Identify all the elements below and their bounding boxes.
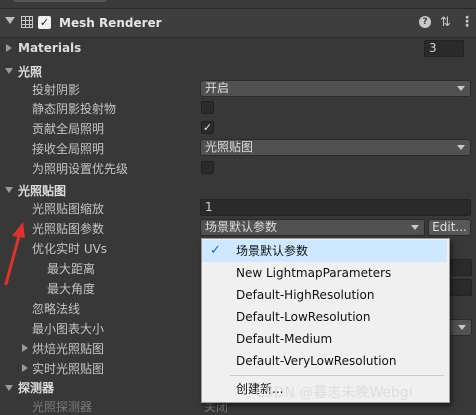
baked-lightmap-label[interactable]: 烘焙光照贴图 bbox=[32, 340, 104, 357]
contribute-gi-label: 贡献全局照明 bbox=[32, 122, 105, 136]
popup-item-default-low-resolution[interactable]: Default-LowResolution bbox=[202, 306, 447, 328]
cast-shadows-label: 投射阴影 bbox=[32, 83, 81, 97]
top-strip-line bbox=[14, 0, 106, 2]
edit-parameters-button[interactable]: Edit... bbox=[428, 219, 471, 236]
watermark: CSDN @暮志未晚Webgl bbox=[255, 385, 413, 401]
cast-shadows-value: 开启 bbox=[205, 81, 230, 95]
lightmapping-header[interactable]: 光照贴图 bbox=[18, 182, 66, 199]
lighting-foldout-icon[interactable] bbox=[5, 68, 13, 74]
chevron-down-icon bbox=[411, 225, 419, 230]
annotation-arrow-head bbox=[12, 222, 25, 238]
prioritize-illumination-label: 为照明设置优先级 bbox=[32, 162, 129, 176]
popup-item-label: New LightmapParameters bbox=[236, 266, 392, 280]
component-enabled-checkbox[interactable]: ✓ bbox=[38, 16, 51, 29]
contribute-gi-checkbox[interactable]: ✓ bbox=[201, 121, 214, 134]
realtime-lightmap-foldout-icon[interactable] bbox=[22, 364, 28, 372]
popup-item-scene-default[interactable]: ✓ 场景默认参数 bbox=[202, 240, 447, 262]
materials-label[interactable]: Materials bbox=[18, 41, 81, 55]
mesh-renderer-icon bbox=[21, 16, 33, 28]
ignore-normals-label: 忽略法线 bbox=[32, 302, 81, 316]
chevron-down-icon bbox=[457, 86, 465, 91]
lighting-header[interactable]: 光照 bbox=[18, 63, 42, 80]
cast-shadows-dropdown[interactable]: 开启 bbox=[200, 80, 471, 97]
scale-in-lightmap-label: 光照贴图缩放 bbox=[32, 202, 105, 216]
help-icon[interactable]: ? bbox=[419, 16, 431, 28]
optimize-realtime-uvs-label: 优化实时 UVs bbox=[32, 242, 108, 256]
popup-item-default-high-resolution[interactable]: Default-HighResolution bbox=[202, 284, 447, 306]
check-icon: ✓ bbox=[210, 243, 221, 258]
receive-gi-value: 光照贴图 bbox=[205, 140, 254, 154]
receive-gi-dropdown[interactable]: 光照贴图 bbox=[200, 139, 471, 156]
lightmap-parameters-label: 光照贴图参数 bbox=[32, 222, 105, 236]
component-title: Mesh Renderer bbox=[59, 16, 162, 30]
static-shadow-caster-label: 静态阴影投射物 bbox=[32, 102, 117, 116]
foldout-expanded-icon[interactable] bbox=[5, 17, 15, 24]
popup-item-default-medium[interactable]: Default-Medium bbox=[202, 328, 447, 350]
materials-count-field[interactable]: 3 bbox=[424, 40, 464, 57]
max-distance-field[interactable] bbox=[448, 259, 472, 276]
receive-gi-label: 接收全局照明 bbox=[32, 142, 105, 156]
popup-item-label: 场景默认参数 bbox=[236, 244, 309, 258]
popup-item-new-lightmap-parameters[interactable]: New LightmapParameters bbox=[202, 262, 447, 284]
annotation-arrow-shaft bbox=[4, 234, 21, 286]
popup-item-label: Default-Medium bbox=[236, 332, 333, 346]
chevron-down-icon bbox=[458, 325, 466, 330]
popup-item-label: Default-VeryLowResolution bbox=[236, 354, 397, 368]
probes-foldout-icon[interactable] bbox=[5, 385, 13, 391]
baked-lightmap-foldout-icon[interactable] bbox=[22, 344, 28, 352]
popup-item-label: Default-HighResolution bbox=[236, 288, 375, 302]
light-probes-label: 光照探测器 bbox=[32, 400, 93, 414]
lightmapping-foldout-icon[interactable] bbox=[5, 187, 13, 193]
materials-foldout-icon[interactable] bbox=[6, 44, 12, 52]
popup-separator bbox=[230, 375, 444, 376]
component-menu-icon[interactable]: ⋮ bbox=[460, 14, 474, 30]
lightmap-parameters-popup: ✓ 场景默认参数 New LightmapParameters Default-… bbox=[201, 238, 450, 403]
realtime-lightmap-label[interactable]: 实时光照贴图 bbox=[32, 360, 104, 377]
max-angle-field[interactable] bbox=[448, 279, 472, 296]
preset-icon[interactable]: ⇅ bbox=[440, 15, 451, 30]
max-distance-label: 最大距离 bbox=[47, 262, 96, 276]
max-angle-label: 最大角度 bbox=[47, 282, 96, 296]
min-chart-size-dropdown[interactable] bbox=[448, 319, 472, 336]
top-strip bbox=[0, 0, 476, 9]
popup-item-default-very-low-resolution[interactable]: Default-VeryLowResolution bbox=[202, 350, 447, 372]
prioritize-illumination-checkbox[interactable] bbox=[201, 161, 214, 174]
popup-item-label: Default-LowResolution bbox=[236, 310, 371, 324]
component-header[interactable]: ✓ Mesh Renderer ? ⇅ ⋮ bbox=[0, 9, 476, 38]
lightmap-parameters-dropdown[interactable]: 场景默认参数 bbox=[200, 219, 425, 236]
chevron-down-icon bbox=[457, 145, 465, 150]
probes-header[interactable]: 探测器 bbox=[18, 379, 54, 396]
lightmap-parameters-value: 场景默认参数 bbox=[205, 220, 278, 234]
scale-in-lightmap-field[interactable]: 1 bbox=[200, 199, 471, 216]
inspector-panel: ✓ Mesh Renderer ? ⇅ ⋮ Materials 3 光照 投射阴… bbox=[0, 0, 476, 415]
static-shadow-caster-checkbox[interactable] bbox=[201, 101, 214, 114]
min-chart-size-label: 最小图表大小 bbox=[32, 322, 105, 336]
